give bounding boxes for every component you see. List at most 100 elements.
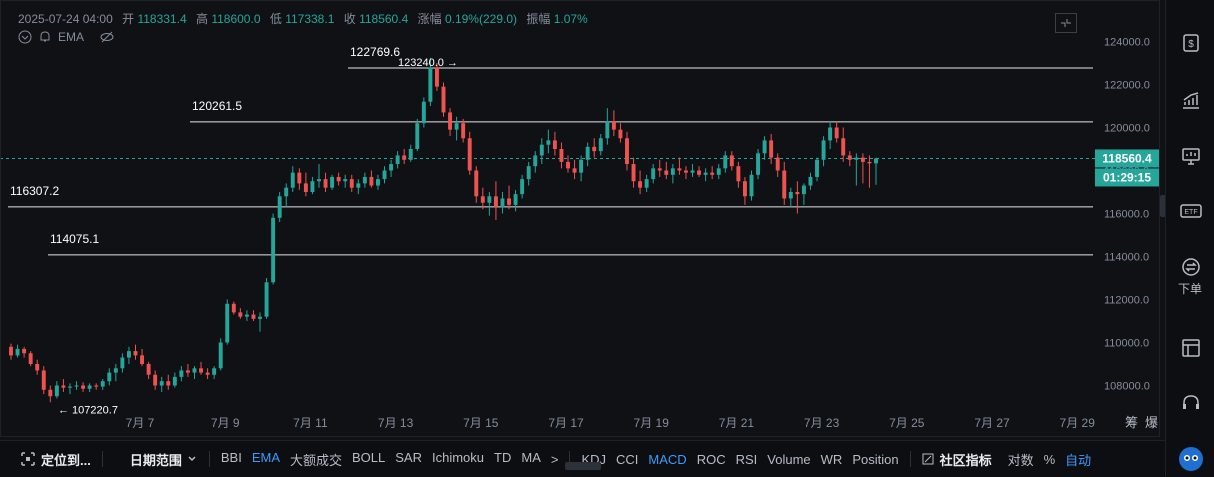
- candle[interactable]: [605, 108, 610, 145]
- candle[interactable]: [166, 374, 171, 390]
- candle[interactable]: [15, 344, 20, 358]
- candle[interactable]: [480, 187, 485, 210]
- candle[interactable]: [579, 155, 584, 182]
- candle[interactable]: [474, 166, 479, 203]
- candle[interactable]: [585, 142, 590, 167]
- community-indicators-button[interactable]: 社区指标: [935, 450, 997, 469]
- candle[interactable]: [742, 176, 747, 205]
- candle[interactable]: [808, 172, 813, 190]
- candle[interactable]: [238, 308, 243, 319]
- candle[interactable]: [670, 164, 675, 184]
- order-label[interactable]: 下单: [1166, 280, 1214, 297]
- candle[interactable]: [854, 153, 859, 186]
- order-icon[interactable]: [1178, 254, 1204, 280]
- candle[interactable]: [87, 383, 92, 392]
- candle[interactable]: [697, 166, 702, 177]
- candle[interactable]: [251, 310, 256, 321]
- candle[interactable]: [507, 185, 511, 210]
- candle[interactable]: [834, 121, 839, 143]
- candle[interactable]: [74, 381, 79, 390]
- candle[interactable]: [192, 366, 197, 380]
- monitor-icon[interactable]: [1178, 143, 1204, 169]
- candle[interactable]: [683, 166, 688, 180]
- candle[interactable]: [382, 166, 387, 184]
- candle[interactable]: [828, 121, 833, 149]
- candle[interactable]: [369, 170, 374, 188]
- candle[interactable]: [153, 370, 158, 390]
- candlestick-chart[interactable]: 122769.6 120261.5 116307.2 114075.1 123240.…: [0, 0, 1160, 437]
- candle[interactable]: [690, 164, 695, 177]
- candle[interactable]: [172, 372, 177, 388]
- candle[interactable]: [710, 166, 715, 180]
- main-indicator-td[interactable]: TD: [489, 450, 516, 469]
- candle[interactable]: [356, 179, 361, 195]
- candle[interactable]: [657, 159, 662, 177]
- candle[interactable]: [9, 343, 13, 360]
- candle[interactable]: [533, 151, 538, 173]
- candle[interactable]: [487, 192, 492, 216]
- liquidation-toggle[interactable]: 爆: [1145, 415, 1158, 430]
- candle[interactable]: [421, 97, 426, 128]
- candle[interactable]: [408, 144, 413, 162]
- mascot-icon[interactable]: [1178, 446, 1204, 472]
- chevron-down-icon[interactable]: [187, 454, 197, 464]
- main-indicator-boll[interactable]: BOLL: [347, 450, 390, 469]
- percent-scale-toggle[interactable]: %: [1039, 452, 1061, 467]
- candle[interactable]: [638, 170, 643, 195]
- candle[interactable]: [677, 157, 682, 175]
- candle[interactable]: [841, 127, 846, 162]
- candle[interactable]: [592, 138, 597, 158]
- candle[interactable]: [795, 181, 800, 214]
- bell-icon[interactable]: [38, 30, 52, 44]
- candle[interactable]: [277, 192, 282, 223]
- candle[interactable]: [454, 116, 459, 141]
- candle[interactable]: [199, 361, 204, 375]
- candle[interactable]: [546, 129, 551, 154]
- candle[interactable]: [231, 301, 236, 315]
- candle[interactable]: [788, 187, 793, 208]
- candle[interactable]: [140, 348, 145, 367]
- locate-icon[interactable]: [20, 451, 36, 467]
- candle[interactable]: [703, 168, 708, 182]
- candle[interactable]: [618, 123, 623, 143]
- candle[interactable]: [212, 366, 217, 380]
- candle[interactable]: [297, 168, 302, 190]
- candle[interactable]: [874, 157, 878, 185]
- candle[interactable]: [218, 338, 223, 371]
- candle[interactable]: [205, 368, 210, 380]
- layout-icon[interactable]: [1178, 335, 1204, 361]
- candle[interactable]: [559, 142, 564, 169]
- candle[interactable]: [146, 361, 151, 380]
- candle[interactable]: [349, 174, 354, 192]
- candle[interactable]: [330, 174, 335, 190]
- candle[interactable]: [376, 174, 380, 190]
- chart-trend-icon[interactable]: [1178, 88, 1204, 114]
- main-indicator-sar[interactable]: SAR: [390, 450, 427, 469]
- main-indicator-bbi[interactable]: BBI: [216, 450, 247, 469]
- sub-indicator-rsi[interactable]: RSI: [731, 452, 763, 467]
- ema-indicator-label[interactable]: EMA: [58, 30, 84, 44]
- candle[interactable]: [867, 155, 872, 188]
- candle[interactable]: [860, 153, 865, 184]
- candle[interactable]: [179, 366, 184, 382]
- candle[interactable]: [572, 159, 577, 180]
- candle[interactable]: [41, 366, 46, 395]
- candle[interactable]: [493, 181, 498, 220]
- headset-icon[interactable]: [1178, 390, 1204, 416]
- candle[interactable]: [644, 174, 649, 192]
- candle[interactable]: [107, 368, 112, 386]
- candle[interactable]: [323, 172, 328, 192]
- candle[interactable]: [539, 138, 544, 165]
- candle[interactable]: [402, 149, 407, 165]
- candle[interactable]: [736, 161, 741, 188]
- candle[interactable]: [81, 382, 86, 392]
- candle[interactable]: [22, 346, 27, 358]
- candle[interactable]: [756, 149, 761, 180]
- candle[interactable]: [467, 131, 472, 175]
- candle[interactable]: [94, 383, 99, 390]
- chip-distribution-toggle[interactable]: 筹: [1125, 415, 1138, 430]
- candle[interactable]: [303, 172, 308, 197]
- candle[interactable]: [625, 131, 629, 171]
- candle[interactable]: [48, 385, 53, 403]
- sub-indicator-roc[interactable]: ROC: [692, 452, 731, 467]
